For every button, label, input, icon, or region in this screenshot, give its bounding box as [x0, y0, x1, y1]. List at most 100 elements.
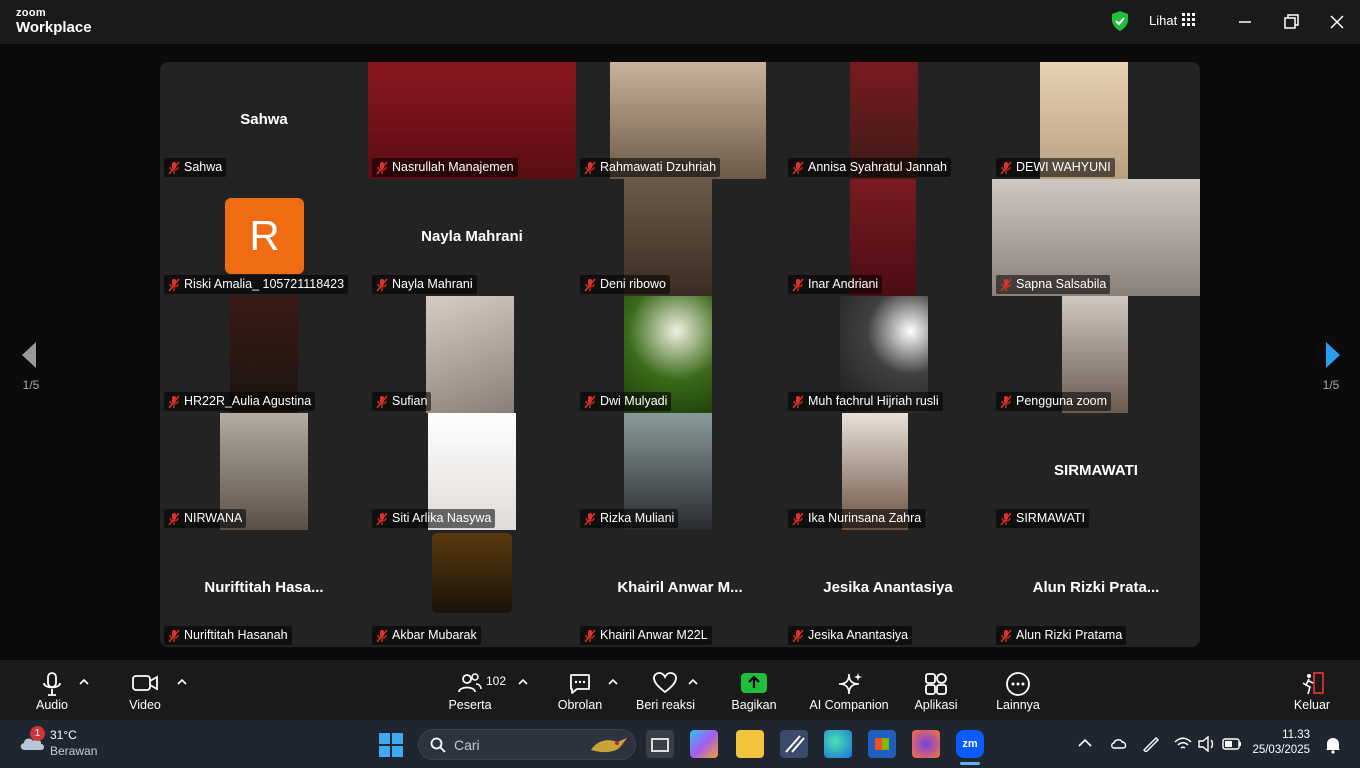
page-indicator-left: 1/5 [22, 378, 40, 392]
microphone-icon [43, 672, 61, 696]
participant-tile[interactable]: Muh fachrul Hijriah rusli [784, 296, 992, 413]
participant-name-label: Deni ribowo [580, 275, 671, 294]
audio-button[interactable]: Audio [28, 660, 76, 720]
file-explorer-icon[interactable] [736, 730, 764, 758]
audio-options-chevron-icon[interactable] [79, 678, 89, 686]
participant-tile[interactable]: Rahmawati Dzuhriah [576, 62, 784, 179]
muted-mic-icon [168, 161, 180, 175]
chat-options-chevron-icon[interactable] [608, 678, 618, 686]
participant-name-label: Rizka Muliani [580, 509, 679, 528]
next-page-icon[interactable] [1322, 340, 1344, 370]
participant-name: Alun Rizki Pratama [1016, 628, 1123, 642]
participant-tile[interactable]: HR22R_Aulia Agustina [160, 296, 368, 413]
participant-name-label: Jesika Anantasiya [788, 626, 913, 645]
ai-companion-button[interactable]: AI Companion [808, 660, 890, 720]
title-bar: zoom Workplace Lihat [0, 0, 1360, 44]
muted-mic-icon [376, 512, 388, 526]
muted-mic-icon [1000, 395, 1012, 409]
participant-tile[interactable]: Alun Rizki Prata... Alun Rizki Pratama [992, 530, 1200, 647]
participant-tile[interactable]: Deni ribowo [576, 179, 784, 296]
wifi-icon[interactable] [1174, 736, 1192, 752]
pen-tray-icon[interactable] [1142, 736, 1160, 752]
participant-tile[interactable]: Khairil Anwar M... Khairil Anwar M22L [576, 530, 784, 647]
participant-tile[interactable]: Ika Nurinsana Zahra [784, 413, 992, 530]
participant-tile[interactable]: Dwi Mulyadi [576, 296, 784, 413]
pen-app-icon[interactable] [780, 730, 808, 758]
participant-display-name: Sahwa [240, 111, 288, 128]
copilot-icon[interactable] [690, 730, 718, 758]
participant-tile[interactable]: NIRWANA [160, 413, 368, 530]
clock-date: 25/03/2025 [1252, 744, 1310, 756]
participant-tile[interactable]: Nuriftitah Hasa... Nuriftitah Hasanah [160, 530, 368, 647]
close-icon[interactable] [1325, 10, 1349, 34]
participants-button[interactable]: Peserta [446, 660, 494, 720]
leave-button[interactable]: Keluar [1288, 660, 1336, 720]
heart-icon [653, 672, 677, 694]
participant-name: Akbar Mubarak [392, 628, 477, 642]
apps-label: Aplikasi [914, 698, 958, 712]
participant-tile[interactable]: Rizka Muliani [576, 413, 784, 530]
participant-tile[interactable]: Pengguna zoom [992, 296, 1200, 413]
minimize-icon[interactable] [1233, 10, 1257, 34]
participant-tile[interactable]: R Riski Amalia_ 105721118423 [160, 179, 368, 296]
muted-mic-icon [792, 161, 804, 175]
leave-label: Keluar [1293, 698, 1331, 712]
task-view-icon[interactable] [646, 730, 674, 758]
firefox-icon[interactable] [912, 730, 940, 758]
participant-tile[interactable]: Inar Andriani [784, 179, 992, 296]
microsoft-store-icon[interactable] [868, 730, 896, 758]
prev-page-icon[interactable] [18, 340, 40, 370]
taskbar-search-box[interactable]: Cari [418, 729, 636, 760]
shield-check-icon[interactable] [1110, 10, 1130, 32]
participant-tile[interactable]: Siti Arlika Nasywa [368, 413, 576, 530]
participant-tile[interactable]: DEWI WAHYUNI [992, 62, 1200, 179]
view-button[interactable]: Lihat [1149, 13, 1177, 28]
participant-name-label: Khairil Anwar M22L [580, 626, 712, 645]
muted-mic-icon [584, 395, 596, 409]
weather-widget[interactable]: 1 31°C Berawan [16, 726, 126, 762]
notification-bell-icon[interactable] [1324, 736, 1342, 754]
participant-tile[interactable]: Akbar Mubarak [368, 530, 576, 647]
system-clock[interactable]: 11.33 25/03/2025 [1252, 728, 1310, 758]
windows-start-icon[interactable] [378, 732, 404, 758]
participant-name: Sufian [392, 394, 428, 408]
onedrive-sync-icon[interactable] [1110, 736, 1128, 752]
participant-name: NIRWANA [184, 511, 243, 525]
share-button[interactable]: Bagikan [728, 660, 780, 720]
tray-chevron-up-icon[interactable] [1078, 738, 1092, 748]
reactions-button[interactable]: Beri reaksi [636, 660, 695, 720]
participant-tile[interactable]: Nayla Mahrani Nayla Mahrani [368, 179, 576, 296]
participant-name: Muh fachrul Hijriah rusli [808, 394, 939, 408]
participant-name: SIRMAWATI [1016, 511, 1085, 525]
page-indicator-right: 1/5 [1322, 378, 1340, 392]
muted-mic-icon [1000, 629, 1012, 643]
video-options-chevron-icon[interactable] [177, 678, 187, 686]
participant-tile[interactable]: SIRMAWATI SIRMAWATI [992, 413, 1200, 530]
participant-tile[interactable]: Sufian [368, 296, 576, 413]
muted-mic-icon [584, 629, 596, 643]
battery-icon[interactable] [1222, 737, 1242, 751]
edge-browser-icon[interactable] [824, 730, 852, 758]
participants-options-chevron-icon[interactable] [518, 678, 528, 686]
video-button[interactable]: Video [122, 660, 168, 720]
more-button[interactable]: Lainnya [992, 660, 1044, 720]
apps-button[interactable]: Aplikasi [910, 660, 962, 720]
participant-tile[interactable]: Jesika Anantasiya Jesika Anantasiya [784, 530, 992, 647]
grid-view-icon[interactable] [1182, 13, 1196, 27]
restore-icon[interactable] [1279, 10, 1303, 34]
zoom-app-icon[interactable]: zm [956, 730, 984, 758]
participant-display-name: Khairil Anwar M... [617, 579, 743, 596]
muted-mic-icon [168, 512, 180, 526]
chat-button[interactable]: Obrolan [555, 660, 605, 720]
participant-tile[interactable]: Sapna Salsabila [992, 179, 1200, 296]
participant-name-label: HR22R_Aulia Agustina [164, 392, 316, 411]
participant-count: 102 [486, 674, 507, 688]
participant-tile[interactable]: Annisa Syahratul Jannah [784, 62, 992, 179]
volume-icon[interactable] [1198, 736, 1216, 752]
participant-name-label: Sahwa [164, 158, 227, 177]
chat-label: Obrolan [557, 698, 603, 712]
participant-tile[interactable]: Sahwa Sahwa [160, 62, 368, 179]
participant-tile[interactable]: Nasrullah Manajemen [368, 62, 576, 179]
video-label: Video [129, 698, 161, 712]
reactions-options-chevron-icon[interactable] [688, 678, 698, 686]
